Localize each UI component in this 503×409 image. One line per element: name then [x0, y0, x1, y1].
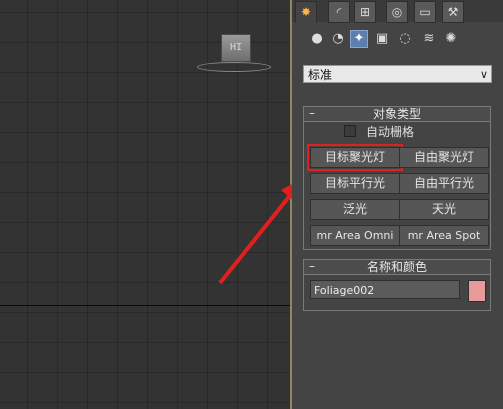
geometry-sphere-icon[interactable]: ●	[308, 30, 326, 48]
command-panel: ✸ ◜ ⊞ ◎ ▭ ⚒ ● ◔ ✦ ▣ ◌ ≋ ✺ 标准 ∨ – 对象类型 自动…	[292, 0, 503, 409]
dropdown-value: 标准	[308, 68, 333, 82]
name-color-rollout: – 名称和颜色 Foliage002	[303, 259, 491, 311]
target-spot-button[interactable]: 目标聚光灯	[307, 144, 403, 171]
object-type-rollout: – 对象类型 自动栅格 目标聚光灯 自由聚光灯 目标平行光 自由平行光 泛光 天…	[303, 106, 491, 250]
display-tab[interactable]: ▭	[414, 1, 436, 23]
light-type-dropdown[interactable]: 标准 ∨	[303, 65, 492, 83]
helpers-icon[interactable]: ◌	[396, 30, 414, 48]
free-spot-button[interactable]: 自由聚光灯	[399, 147, 489, 168]
collapse-icon[interactable]: –	[309, 106, 315, 120]
shapes-icon[interactable]: ◔	[329, 30, 347, 48]
object-type-title: 对象类型	[372, 107, 421, 121]
display-monitor-icon: ▭	[419, 5, 431, 19]
name-color-rollout-header[interactable]: – 名称和颜色	[303, 259, 491, 275]
perspective-viewport[interactable]: HI	[0, 0, 290, 409]
object-type-rollout-header[interactable]: – 对象类型	[303, 106, 491, 122]
command-panel-tabs: ✸ ◜ ⊞ ◎ ▭ ⚒	[292, 0, 503, 23]
skylight-button[interactable]: 天光	[399, 199, 489, 220]
omni-button[interactable]: 泛光	[310, 199, 400, 220]
systems-icon[interactable]: ✺	[442, 30, 460, 48]
space-warps-icon[interactable]: ≋	[420, 30, 438, 48]
target-direct-button[interactable]: 目标平行光	[310, 173, 400, 194]
motion-tab[interactable]: ◎	[386, 1, 408, 23]
modify-arc-icon: ◜	[336, 5, 342, 19]
create-tab[interactable]: ✸	[295, 1, 317, 23]
name-color-title: 名称和颜色	[366, 260, 427, 274]
create-star-icon: ✸	[300, 5, 312, 19]
chevron-down-icon[interactable]: ∨	[480, 66, 488, 84]
object-name-field[interactable]: Foliage002	[310, 280, 460, 299]
motion-icon: ◎	[391, 5, 403, 19]
object-color-swatch[interactable]	[468, 280, 486, 302]
cameras-icon[interactable]: ▣	[373, 30, 391, 48]
light-object-ring	[197, 62, 271, 72]
collapse-icon[interactable]: –	[309, 259, 315, 273]
hierarchy-tab[interactable]: ⊞	[354, 1, 376, 23]
viewport-horizon-line	[0, 305, 290, 306]
light-object-icon[interactable]: HI	[221, 34, 251, 62]
hierarchy-icon: ⊞	[359, 5, 371, 19]
free-direct-button[interactable]: 自由平行光	[399, 173, 489, 194]
lights-icon[interactable]: ✦	[350, 30, 368, 48]
mr-area-omni-button[interactable]: mr Area Omni	[310, 225, 400, 246]
utilities-tab[interactable]: ⚒	[442, 1, 464, 23]
autogrid-checkbox[interactable]	[344, 125, 356, 137]
autogrid-label: 自动栅格	[366, 125, 415, 139]
modify-tab[interactable]: ◜	[328, 1, 350, 23]
mr-area-spot-button[interactable]: mr Area Spot	[399, 225, 489, 246]
utilities-hammer-icon: ⚒	[447, 5, 459, 19]
